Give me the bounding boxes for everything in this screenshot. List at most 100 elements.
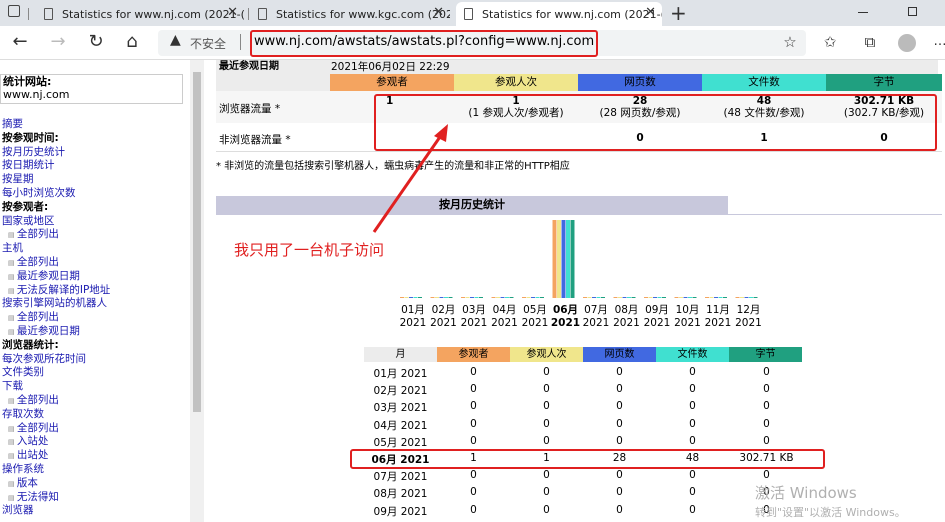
- col-bytes: 字节: [826, 74, 942, 91]
- restore-icon[interactable]: [908, 7, 917, 16]
- table-row: 09月 2021 0 0 0 0 0: [364, 502, 804, 519]
- close-icon[interactable]: ✕: [645, 5, 656, 20]
- window-menu-icon[interactable]: [8, 5, 20, 17]
- collections-icon[interactable]: ⧉: [858, 30, 882, 54]
- table-cell: 0: [470, 486, 477, 499]
- table-cell: 0: [543, 486, 550, 499]
- chart-bar: [400, 297, 404, 298]
- sidebar-item[interactable]: 无法反解译的IP地址: [8, 284, 110, 298]
- add-favorite-icon[interactable]: ☆: [778, 30, 802, 54]
- new-tab-button[interactable]: +: [670, 1, 687, 25]
- sidebar-item[interactable]: 版本: [8, 477, 38, 491]
- table-cell: 0: [763, 417, 770, 430]
- tab-3[interactable]: Statistics for www.nj.com (2021-( ✕: [456, 2, 662, 26]
- month-name: 12月: [736, 304, 761, 316]
- sidebar-scroll-thumb[interactable]: [193, 72, 201, 412]
- sidebar-item[interactable]: 全部列出: [8, 256, 59, 270]
- table-cell: 0: [689, 503, 696, 516]
- sidebar-item[interactable]: 全部列出: [8, 228, 59, 242]
- sidebar-item[interactable]: 主机: [2, 242, 23, 255]
- month-name: 07月: [584, 304, 608, 316]
- sidebar-item[interactable]: 操作系统: [2, 463, 44, 476]
- tab-1[interactable]: Statistics for www.nj.com (2021-( ✕: [36, 2, 244, 26]
- sidebar-item[interactable]: 搜索引擎网站的机器人: [2, 297, 107, 310]
- refresh-icon[interactable]: ↻: [84, 30, 108, 54]
- month-year: 2021: [643, 317, 671, 329]
- sidebar-item[interactable]: 存取次数: [2, 408, 44, 421]
- table-cell: 0: [763, 366, 770, 378]
- col-label: 参观人次: [495, 76, 537, 88]
- sidebar-item[interactable]: 全部列出: [8, 422, 59, 436]
- back-icon[interactable]: ←: [8, 30, 32, 54]
- chart-bar: [740, 297, 744, 298]
- sidebar-item[interactable]: 出站处: [8, 449, 49, 463]
- profile-avatar[interactable]: [898, 34, 916, 52]
- sidebar-item[interactable]: 按日期统计: [2, 159, 55, 172]
- site-box: 统计网站: www.nj.com: [0, 74, 183, 104]
- chart-bar: [622, 297, 627, 298]
- sidebar-item[interactable]: 每次参观所花时间: [2, 353, 86, 366]
- more-icon[interactable]: …: [928, 30, 945, 54]
- insecure-label[interactable]: 不安全: [190, 35, 226, 52]
- chart-bar: [418, 297, 422, 298]
- tab-title: Statistics for www.nj.com (2021-(: [482, 7, 662, 21]
- month-name: 04月: [492, 304, 517, 316]
- table-header: 文件数: [656, 347, 729, 362]
- table-cell: 0: [616, 417, 623, 430]
- month-year: 2021: [735, 317, 762, 329]
- sidebar-item[interactable]: 摘要: [2, 118, 23, 131]
- month-name: 05月: [523, 304, 547, 316]
- close-icon[interactable]: ✕: [433, 5, 444, 20]
- forward-icon[interactable]: →: [46, 30, 70, 54]
- sidebar-item[interactable]: 按月历史统计: [2, 146, 65, 159]
- chart-bar: [714, 297, 718, 298]
- month-label: 12月 2021: [734, 304, 764, 330]
- sidebar-item[interactable]: 最近参观日期: [8, 270, 80, 284]
- chart-bar: [753, 297, 758, 298]
- last-visit-value: 2021年06月02日 22:29: [331, 61, 450, 73]
- month-label: 05月 2021: [520, 304, 550, 330]
- table-cell: 0: [543, 434, 550, 447]
- chart-bar: [587, 297, 592, 298]
- chart-bar: [723, 297, 727, 298]
- sidebar-item[interactable]: 浏览器: [2, 504, 34, 517]
- sidebar-item[interactable]: 国家或地区: [2, 215, 55, 228]
- chart-bar: [709, 297, 714, 298]
- month-year: 2021: [399, 317, 427, 329]
- close-icon[interactable]: ✕: [227, 5, 238, 20]
- col-hits: 文件数: [702, 74, 826, 91]
- table-cell: 0: [543, 417, 550, 430]
- table-row: 01月 2021 0 0 0 0 0: [364, 364, 804, 381]
- table-cell: 0: [470, 417, 477, 430]
- table-cell: 0: [763, 434, 770, 447]
- sidebar-item[interactable]: 全部列出: [8, 311, 59, 325]
- warning-icon[interactable]: ▲: [170, 32, 181, 48]
- june-row-highlight-box: [350, 449, 825, 469]
- chart-bar: [531, 297, 535, 298]
- sidebar-item[interactable]: 无法得知: [8, 491, 59, 505]
- last-visit-label: 最近参观日期: [219, 61, 279, 72]
- chart-bar: [679, 297, 683, 298]
- tab-2[interactable]: Statistics for www.kgc.com (202 ✕: [250, 2, 450, 26]
- minimize-icon[interactable]: [858, 12, 868, 13]
- favorites-icon[interactable]: ✩: [818, 30, 842, 54]
- month-label: 02月 2021: [429, 304, 459, 330]
- sidebar-item[interactable]: 最近参观日期: [8, 325, 80, 339]
- chart-bar: [526, 297, 531, 298]
- table-cell: 0: [616, 383, 623, 396]
- page-icon: [258, 8, 267, 20]
- chart-bar: [491, 297, 496, 298]
- home-icon[interactable]: ⌂: [120, 30, 144, 54]
- sidebar-item[interactable]: 文件类别: [2, 366, 44, 379]
- sidebar-item[interactable]: 按星期: [2, 173, 34, 186]
- table-row: 05月 2021 0 0 0 0 0: [364, 433, 804, 450]
- chart-bar: [705, 297, 709, 298]
- sidebar-item[interactable]: 每小时浏览次数: [2, 187, 76, 200]
- sidebar-item[interactable]: 下载: [2, 380, 23, 393]
- month-year: 2021: [613, 317, 640, 329]
- col-pages: 网页数: [578, 74, 702, 91]
- sidebar-item[interactable]: 全部列出: [8, 394, 59, 408]
- sidebar-item[interactable]: 入站处: [8, 435, 49, 449]
- sidebar: 统计网站: www.nj.com 摘要 按参观时间: 按月历史统计 按日期统计 按星期每…: [0, 60, 190, 522]
- chart-bar: [592, 297, 596, 298]
